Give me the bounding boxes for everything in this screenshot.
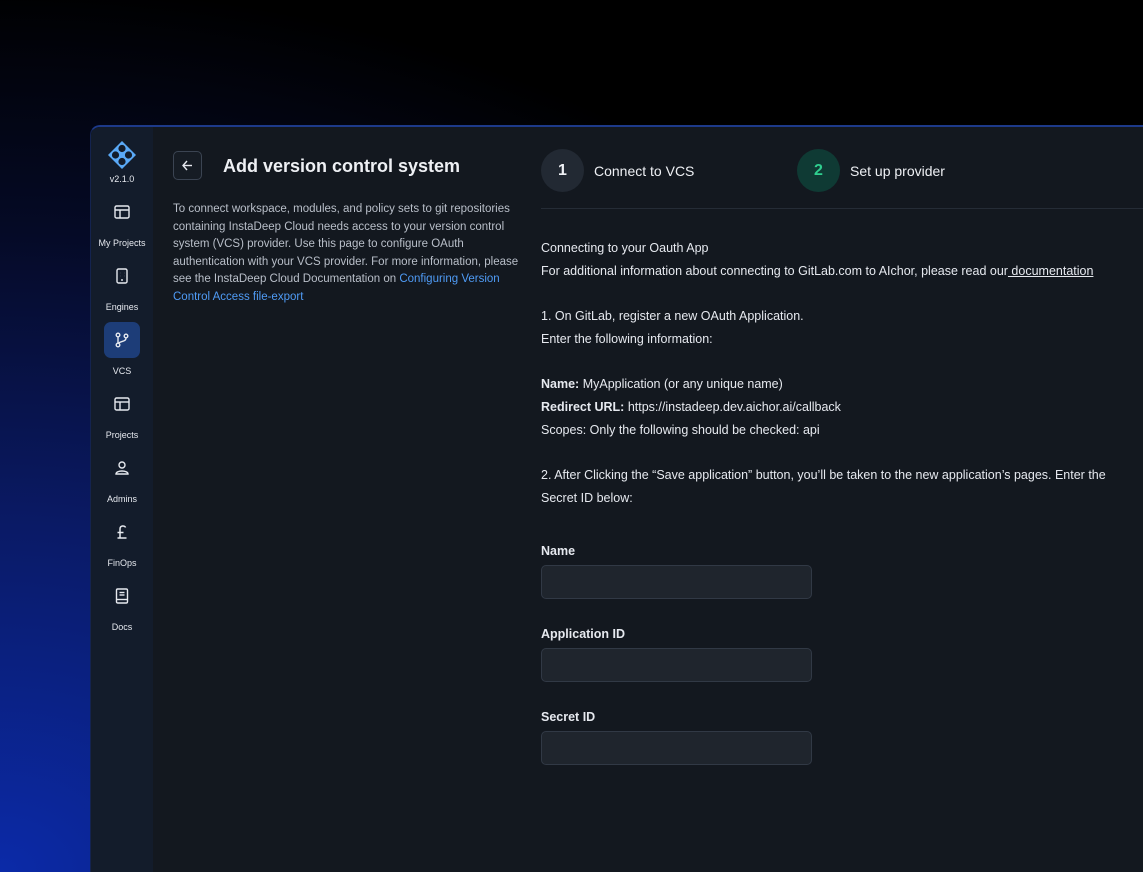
sidebar-item-label: Projects <box>105 430 139 440</box>
name-input[interactable] <box>541 565 812 599</box>
name-value: MyApplication (or any unique name) <box>579 377 783 391</box>
sidebar-item-engines[interactable]: Engines <box>91 258 153 312</box>
step2-subline: Secret ID below: <box>541 491 633 505</box>
application-id-label: Application ID <box>541 627 626 641</box>
book-icon <box>104 578 140 614</box>
application-id-input[interactable] <box>541 648 812 682</box>
sidebar-item-label: VCS <box>112 366 132 376</box>
projects-icon <box>104 386 140 422</box>
step-number: 1 <box>541 149 584 192</box>
sidebar-item-admins[interactable]: Admins <box>91 450 153 504</box>
name-instruction: Name: MyApplication (or any unique name) <box>541 373 1143 396</box>
admin-icon <box>104 450 140 486</box>
app-version: v2.1.0 <box>109 174 135 184</box>
name-key: Name: <box>541 377 580 391</box>
section-heading: Connecting to your Oauth App <box>541 241 709 255</box>
documentation-link[interactable]: documentation <box>1008 264 1093 278</box>
sidebar-item-finops[interactable]: FinOps <box>91 514 153 568</box>
application-id-field-group: Application ID <box>541 627 1143 682</box>
sidebar-item-projects[interactable]: Projects <box>91 386 153 440</box>
page-title: Add version control system <box>223 156 461 176</box>
step-label: Set up provider <box>850 162 945 179</box>
app-logo[interactable] <box>106 139 138 171</box>
engine-icon <box>104 258 140 294</box>
redirect-key: Redirect URL: <box>541 400 625 414</box>
sidebar-item-label: Engines <box>105 302 139 312</box>
secret-id-label: Secret ID <box>541 710 596 724</box>
name-field-group: Name <box>541 544 1143 599</box>
redirect-value: https://instadeep.dev.aichor.ai/callback <box>624 400 841 414</box>
sidebar-item-my-projects[interactable]: My Projects <box>91 194 153 248</box>
back-button[interactable] <box>173 151 202 180</box>
sidebar-item-vcs[interactable]: VCS <box>91 322 153 376</box>
sidebar: v2.1.0 My Projects Engines VCS Projects <box>91 127 153 872</box>
main-panel: Add version control system To connect wo… <box>153 127 1143 872</box>
scopes-instruction: Scopes: Only the following should be che… <box>541 423 820 437</box>
intro-text: To connect workspace, modules, and polic… <box>173 201 523 306</box>
arrow-left-icon <box>182 160 192 171</box>
redirect-instruction: Redirect URL: https://instadeep.dev.aich… <box>541 396 1143 419</box>
sidebar-item-label: Admins <box>106 494 137 504</box>
name-label: Name <box>541 544 576 558</box>
git-branch-icon <box>104 322 140 358</box>
app-window: v2.1.0 My Projects Engines VCS Projects <box>90 125 1143 872</box>
secret-id-field-group: Secret ID <box>541 710 1143 765</box>
projects-icon <box>104 194 140 230</box>
secret-id-input[interactable] <box>541 731 812 765</box>
stepper: 1 Connect to VCS 2 Set up provider <box>541 149 1143 209</box>
pound-icon <box>104 514 140 550</box>
step1-line: 1. On GitLab, register a new OAuth Appli… <box>541 309 804 323</box>
step2-line: 2. After Clicking the “Save application”… <box>541 468 1106 482</box>
step1-subline: Enter the following information: <box>541 332 713 346</box>
step-label: Connect to VCS <box>594 162 695 179</box>
step-number: 2 <box>797 149 840 192</box>
info-line: For additional information about connect… <box>541 260 1143 283</box>
step-connect-vcs[interactable]: 1 Connect to VCS <box>541 149 694 192</box>
instructions: Connecting to your Oauth App For additio… <box>541 237 1143 765</box>
sidebar-item-label: Docs <box>111 622 133 632</box>
info-text: For additional information about connect… <box>541 264 1008 278</box>
sidebar-item-label: My Projects <box>98 238 146 248</box>
sidebar-item-docs[interactable]: Docs <box>91 578 153 632</box>
step-setup-provider[interactable]: 2 Set up provider <box>797 149 945 192</box>
sidebar-item-label: FinOps <box>107 558 137 568</box>
